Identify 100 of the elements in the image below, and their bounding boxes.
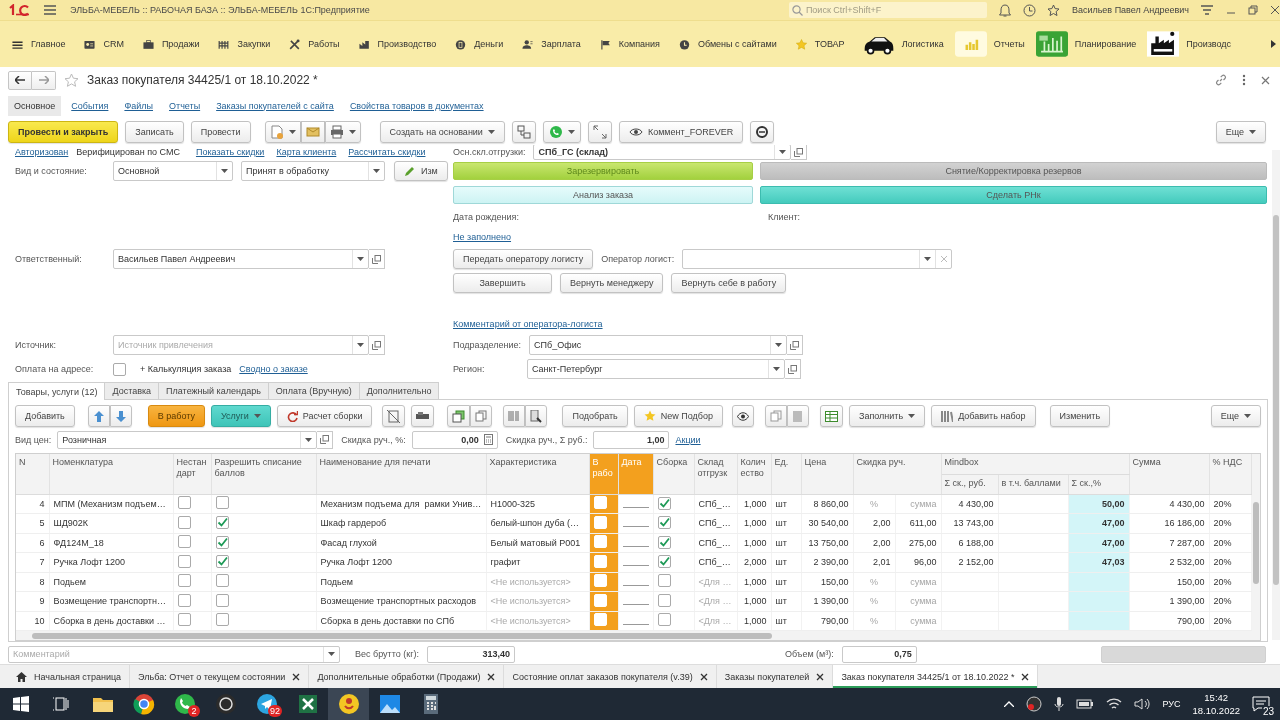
open-button[interactable] bbox=[317, 430, 334, 449]
taskbar-app[interactable]: 2 bbox=[164, 688, 205, 720]
open-button[interactable] bbox=[369, 335, 385, 355]
checkbox[interactable] bbox=[215, 574, 229, 588]
caret-icon[interactable] bbox=[775, 343, 783, 347]
checkbox[interactable] bbox=[657, 613, 671, 627]
windows-icon[interactable] bbox=[12, 696, 29, 712]
caret-icon[interactable] bbox=[1249, 129, 1256, 134]
caret-icon[interactable] bbox=[221, 169, 228, 173]
checkbox[interactable] bbox=[657, 496, 671, 510]
close-icon[interactable] bbox=[487, 672, 496, 681]
open-button[interactable] bbox=[369, 249, 385, 269]
speaker-icon[interactable] bbox=[1134, 697, 1151, 711]
section-item[interactable]: Производс bbox=[1147, 31, 1232, 57]
star-icon[interactable] bbox=[1046, 3, 1060, 17]
user-name[interactable]: Васильев Павел Андреевич bbox=[1071, 5, 1189, 15]
checkbox[interactable] bbox=[177, 535, 191, 549]
form-tab[interactable]: События bbox=[65, 95, 115, 116]
form-tab[interactable]: Заказы покупателей с сайта bbox=[210, 95, 340, 116]
checkbox[interactable] bbox=[657, 516, 671, 530]
comment-button[interactable]: Коммент_FOREVER bbox=[618, 120, 744, 143]
logist-comment-link[interactable]: Комментарий от оператора-логиста bbox=[453, 319, 603, 329]
clock-date[interactable]: 18.10.2022 bbox=[1192, 704, 1240, 717]
close-icon[interactable] bbox=[292, 672, 301, 681]
checkbox[interactable] bbox=[215, 535, 229, 549]
link[interactable]: Карта клиента bbox=[276, 147, 337, 157]
wifi-icon[interactable] bbox=[1106, 697, 1123, 711]
to-work-button[interactable]: В работу bbox=[147, 405, 205, 427]
expand-button[interactable] bbox=[587, 120, 612, 143]
calculator-icon[interactable] bbox=[483, 434, 493, 445]
close-icon[interactable] bbox=[816, 672, 825, 681]
section-item[interactable]: Главное bbox=[11, 37, 66, 51]
link[interactable]: Сводно о заказе bbox=[239, 364, 308, 374]
services-button[interactable]: Услуги bbox=[211, 405, 271, 427]
structure-button[interactable] bbox=[511, 120, 536, 143]
checkbox[interactable] bbox=[177, 496, 191, 510]
status-field[interactable]: Принят в обработку bbox=[241, 161, 385, 181]
assembly-calc-button[interactable]: Расчет сборки bbox=[276, 405, 373, 427]
move-up-button[interactable] bbox=[87, 405, 110, 427]
tab[interactable]: Платежный календарь bbox=[158, 382, 269, 399]
print-button[interactable] bbox=[324, 120, 361, 143]
window-tab[interactable]: Заказ покупателя 34425/1 от 18.10.2022 * bbox=[833, 665, 1039, 688]
responsible-field[interactable]: Васильев Павел Андреевич bbox=[113, 249, 369, 269]
form-tab[interactable]: Свойства товаров в документах bbox=[343, 95, 490, 116]
post-button[interactable]: Провести bbox=[190, 120, 251, 143]
language-indicator[interactable]: РУС bbox=[1162, 699, 1181, 709]
birth-date-link[interactable]: Не заполнено bbox=[453, 232, 512, 242]
scan-button[interactable] bbox=[525, 405, 548, 427]
checkbox[interactable] bbox=[177, 574, 191, 588]
copy-table-button[interactable] bbox=[447, 405, 471, 427]
copy-button[interactable] bbox=[470, 405, 493, 427]
section-item[interactable]: Компания bbox=[598, 37, 660, 51]
caret-icon[interactable] bbox=[288, 129, 296, 134]
promo-link[interactable]: Акции bbox=[675, 434, 701, 445]
link[interactable]: Показать скидки bbox=[195, 147, 265, 157]
caret-icon[interactable] bbox=[357, 257, 364, 261]
add-button[interactable]: Добавить bbox=[15, 405, 75, 427]
send-to-logist-button[interactable]: Передать оператору логисту bbox=[453, 249, 594, 269]
edit-button[interactable]: Изм bbox=[394, 161, 448, 181]
section-item[interactable]: Продажи bbox=[141, 37, 200, 51]
checkbox[interactable] bbox=[657, 574, 671, 588]
view-button[interactable] bbox=[731, 405, 754, 427]
section-item[interactable]: Производство bbox=[357, 37, 437, 51]
move-down-button[interactable] bbox=[109, 405, 132, 427]
section-item[interactable]: CRM bbox=[83, 37, 124, 51]
make-rnk-button[interactable]: Сделать РНк bbox=[760, 186, 1267, 204]
finish-button[interactable]: Завершить bbox=[453, 273, 552, 293]
checkbox[interactable] bbox=[657, 535, 671, 549]
open-button[interactable] bbox=[785, 359, 801, 379]
bell-icon[interactable] bbox=[998, 3, 1011, 17]
checkbox[interactable] bbox=[657, 593, 671, 607]
checkbox[interactable] bbox=[215, 516, 229, 530]
link-icon[interactable] bbox=[1215, 74, 1227, 86]
return-self-button[interactable]: Вернуть себе в работу bbox=[671, 273, 787, 293]
caret-icon[interactable] bbox=[773, 367, 780, 371]
section-item[interactable]: Зарплата bbox=[521, 37, 581, 51]
checkbox[interactable] bbox=[215, 496, 229, 510]
link[interactable]: Авторизован bbox=[15, 147, 69, 157]
star-icon[interactable] bbox=[64, 72, 79, 88]
caret-icon[interactable] bbox=[779, 150, 787, 154]
taskbar-app[interactable]: 92 bbox=[246, 688, 287, 720]
checkbox[interactable] bbox=[177, 593, 191, 607]
pick-button[interactable]: Подобрать bbox=[562, 405, 628, 427]
scrollbar[interactable] bbox=[32, 633, 772, 639]
checkbox[interactable] bbox=[215, 593, 229, 607]
analysis-button[interactable]: Анализ заказа bbox=[453, 186, 753, 204]
price-type-field[interactable]: Розничная bbox=[57, 430, 318, 449]
caret-icon[interactable] bbox=[487, 129, 495, 134]
arrow-right-icon[interactable] bbox=[1271, 40, 1276, 48]
duplicate-button[interactable] bbox=[764, 405, 787, 427]
link[interactable]: Рассчитать скидки bbox=[348, 147, 426, 157]
history-icon[interactable] bbox=[1022, 3, 1036, 17]
section-item[interactable]: Логистика bbox=[862, 31, 944, 57]
options-icon[interactable] bbox=[1201, 5, 1213, 15]
checkbox[interactable] bbox=[113, 362, 126, 376]
back-button[interactable] bbox=[8, 70, 32, 90]
form-tab[interactable]: Файлы bbox=[118, 95, 159, 116]
post-and-close-button[interactable]: Провести и закрыть bbox=[8, 120, 119, 143]
type-field[interactable]: Основной bbox=[113, 161, 233, 181]
form-tab[interactable]: Отчеты bbox=[163, 95, 207, 116]
